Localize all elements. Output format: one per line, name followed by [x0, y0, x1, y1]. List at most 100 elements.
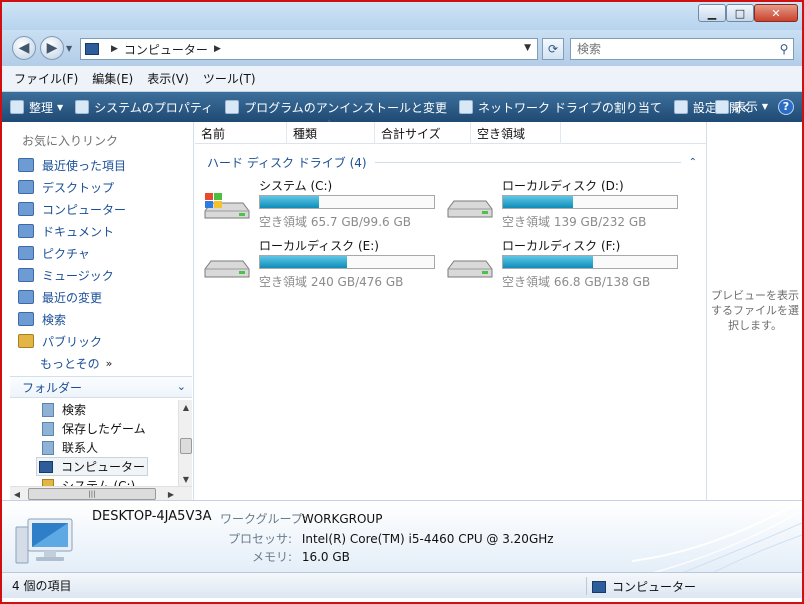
organize-button[interactable]: 整理 ▼: [10, 99, 63, 116]
tree-item-label: コンピューター: [61, 460, 146, 474]
scrollbar-thumb[interactable]: [180, 438, 192, 454]
map-network-drive-label: ネットワーク ドライブの割り当て: [478, 100, 662, 115]
favorite-links-list: 最近使った項目 デスクトップ コンピューター ドキュメント ピクチャ ミュージッ…: [18, 154, 126, 374]
search-input[interactable]: [577, 42, 775, 56]
title-bar: ▁ □ ✕: [2, 2, 802, 30]
explorer-window: ▁ □ ✕ ◀ ▶ ▼ ▶ コンピューター ▶ ▼ ⟳ ⚲ ファイル(F) 編: [0, 0, 804, 604]
status-location-label: コンピューター: [612, 580, 697, 594]
breadcrumb-computer[interactable]: コンピューター: [124, 41, 208, 58]
forward-button[interactable]: ▶: [40, 36, 64, 60]
drive-usage-fill: [260, 256, 347, 268]
computer-icon: [39, 460, 53, 473]
favorite-recent-items[interactable]: 最近使った項目: [18, 154, 126, 176]
more-links-button[interactable]: もっとその »: [18, 352, 126, 374]
favorite-pictures[interactable]: ピクチャ: [18, 242, 126, 264]
map-network-drive-button[interactable]: ネットワーク ドライブの割り当て: [459, 99, 662, 116]
favorite-music[interactable]: ミュージック: [18, 264, 126, 286]
recent-pages-dropdown-icon[interactable]: ▼: [66, 44, 72, 53]
computer-icon: [18, 202, 34, 216]
details-pane: DESKTOP-4JA5V3A ワークグループ: WORKGROUP プロセッサ…: [2, 500, 802, 572]
column-total-size-label: 合計サイズ: [381, 126, 441, 141]
menu-view[interactable]: 表示(V): [147, 70, 189, 87]
menu-tools[interactable]: ツール(T): [203, 70, 256, 87]
drive-name: システム (C:): [259, 179, 333, 193]
folder-tree-vertical-scrollbar[interactable]: ▲ ▼: [178, 400, 192, 486]
tree-item-computer[interactable]: コンピューター: [14, 457, 176, 476]
system-properties-button[interactable]: システムのプロパティ: [75, 99, 213, 116]
column-name[interactable]: 名前: [195, 122, 287, 144]
folders-header[interactable]: フォルダー ⌄: [10, 376, 192, 398]
network-drive-icon: [459, 100, 474, 114]
favorite-documents[interactable]: ドキュメント: [18, 220, 126, 242]
views-button[interactable]: 表示 ▼: [714, 98, 768, 115]
drive-item[interactable]: ローカルディスク (F:) 空き領域 66.8 GB/138 GB: [440, 237, 680, 291]
column-type[interactable]: 種類 ˄: [287, 120, 375, 144]
drive-item[interactable]: ローカルディスク (D:) 空き領域 139 GB/232 GB: [440, 177, 680, 231]
minimize-button[interactable]: ▁: [698, 4, 726, 22]
group-divider: [374, 162, 681, 163]
drive-item[interactable]: ローカルディスク (E:) 空き領域 240 GB/476 GB: [197, 237, 437, 291]
favorite-public[interactable]: パブリック: [18, 330, 126, 352]
group-title: ハード ディスク ドライブ (4): [207, 156, 367, 170]
favorite-desktop[interactable]: デスクトップ: [18, 176, 126, 198]
address-row: ◀ ▶ ▼ ▶ コンピューター ▶ ▼ ⟳ ⚲: [2, 30, 802, 66]
pictures-icon: [18, 246, 34, 260]
group-header-hard-disk-drives[interactable]: ハード ディスク ドライブ (4) ⌃: [207, 154, 697, 171]
scroll-up-icon[interactable]: ▲: [179, 400, 193, 414]
search-box[interactable]: ⚲: [570, 38, 794, 60]
drive-usage-bar: [259, 195, 435, 209]
address-dropdown-icon[interactable]: ▼: [524, 43, 531, 53]
favorite-links-title: お気に入りリンク: [22, 134, 119, 148]
address-bar[interactable]: ▶ コンピューター ▶ ▼: [80, 38, 538, 60]
favorite-computer[interactable]: コンピューター: [18, 198, 126, 220]
scroll-left-icon[interactable]: ◀: [10, 487, 24, 501]
status-bar: 4 個の項目 コンピューター: [2, 572, 802, 598]
window-controls: ▁ □ ✕: [698, 4, 798, 22]
tree-item-system-c[interactable]: システム (C:): [14, 476, 176, 486]
folder-tree-horizontal-scrollbar[interactable]: ◀ ||| ▶: [10, 486, 192, 500]
favorite-recently-changed[interactable]: 最近の変更: [18, 286, 126, 308]
close-button[interactable]: ✕: [754, 4, 798, 22]
column-free-space[interactable]: 空き領域: [471, 122, 561, 144]
collapse-group-icon[interactable]: ⌃: [689, 157, 697, 168]
breadcrumb-separator-icon[interactable]: ▶: [111, 44, 118, 54]
more-links-label: もっとその: [40, 356, 100, 371]
tree-item-label: 联系人: [62, 441, 99, 455]
windows-drive-icon: [42, 478, 54, 486]
music-icon: [18, 268, 34, 282]
tree-item-contacts[interactable]: 联系人: [14, 438, 176, 457]
status-location: コンピューター: [592, 578, 696, 595]
tree-item-searches[interactable]: 検索: [14, 400, 176, 419]
selection-highlight: コンピューター: [36, 457, 149, 476]
favorite-searches[interactable]: 検索: [18, 308, 126, 330]
preview-message: プレビューを表示するファイルを選択します。: [711, 289, 799, 332]
column-total-size[interactable]: 合計サイズ: [375, 122, 471, 144]
favorite-label: 最近の変更: [42, 290, 103, 305]
breadcrumb-separator-icon[interactable]: ▶: [214, 44, 221, 54]
chevron-down-icon: ▼: [57, 102, 64, 112]
drive-item[interactable]: システム (C:) 空き領域 65.7 GB/99.6 GB: [197, 177, 437, 231]
back-button[interactable]: ◀: [12, 36, 36, 60]
search-icon[interactable]: ⚲: [775, 42, 793, 56]
scrollbar-thumb[interactable]: |||: [28, 488, 156, 500]
drive-name: ローカルディスク (E:): [259, 239, 379, 253]
column-headers: 名前 種類 ˄ 合計サイズ 空き領域: [195, 120, 706, 144]
favorite-label: ミュージック: [42, 268, 114, 283]
refresh-button[interactable]: ⟳: [542, 38, 564, 60]
menu-file[interactable]: ファイル(F): [14, 70, 78, 87]
control-panel-icon: [673, 100, 688, 114]
memory-row: メモリ: 16.0 GB: [220, 548, 350, 565]
help-icon[interactable]: ?: [778, 98, 794, 115]
programs-icon: [225, 100, 240, 114]
drive-free-space: 空き領域 66.8 GB/138 GB: [502, 275, 651, 289]
scroll-right-icon[interactable]: ▶: [164, 487, 178, 501]
status-separator: [586, 577, 587, 595]
column-name-label: 名前: [201, 126, 226, 141]
menu-edit[interactable]: 編集(E): [92, 70, 133, 87]
scroll-down-icon[interactable]: ▼: [179, 472, 193, 486]
maximize-button[interactable]: □: [726, 4, 754, 22]
drive-usage-bar: [502, 255, 678, 269]
tree-item-saved-games[interactable]: 保存したゲーム: [14, 419, 176, 438]
uninstall-program-button[interactable]: プログラムのアンインストールと変更: [225, 99, 447, 116]
command-bar-right: 表示 ▼ ?: [714, 98, 794, 115]
